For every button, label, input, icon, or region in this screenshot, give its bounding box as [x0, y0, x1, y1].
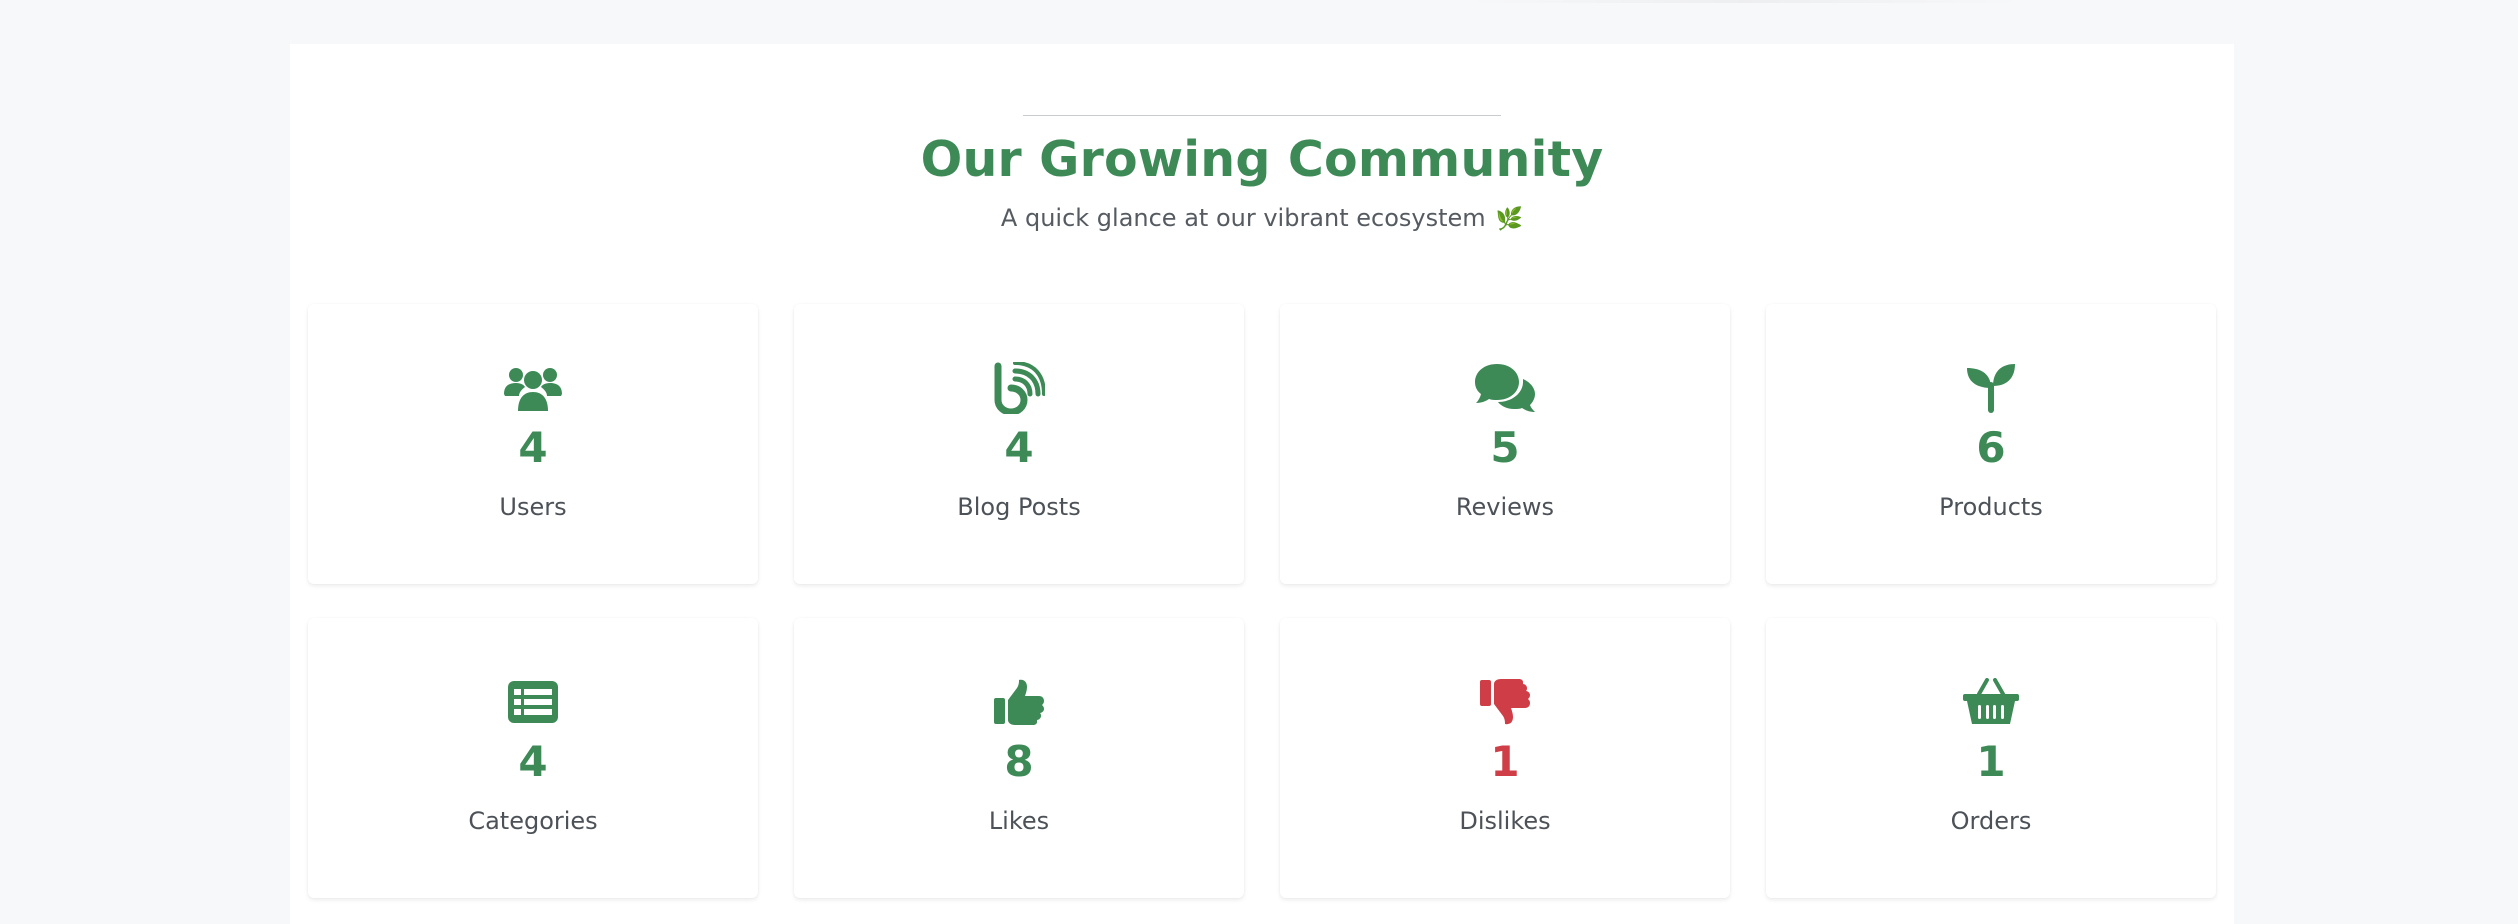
stat-label: Users: [499, 493, 567, 521]
herb-leaf-icon: 🌿: [1495, 207, 1524, 232]
stat-value: 1: [1490, 737, 1520, 786]
stat-card-dislikes: 1 Dislikes: [1280, 618, 1730, 898]
title-divider: [1023, 115, 1501, 116]
subtitle-text: A quick glance at our vibrant ecosystem: [1000, 204, 1486, 232]
basket-icon: [1766, 674, 2216, 730]
stat-label: Orders: [1950, 807, 2032, 835]
stat-card-categories: 4 Categories: [308, 618, 758, 898]
stat-label: Products: [1939, 493, 2043, 521]
stat-card-orders: 1 Orders: [1766, 618, 2216, 898]
stat-value: 5: [1490, 423, 1520, 472]
stat-value: 4: [1004, 423, 1034, 472]
stat-value: 4: [518, 423, 548, 472]
stat-card-likes: 8 Likes: [794, 618, 1244, 898]
stat-label: Dislikes: [1459, 807, 1551, 835]
thumbs-down-icon: [1280, 674, 1730, 730]
stat-label: Likes: [988, 807, 1050, 835]
stat-card-users: 4 Users: [308, 304, 758, 584]
stat-label: Reviews: [1455, 493, 1555, 521]
list-icon: [308, 674, 758, 730]
stat-label: Categories: [468, 807, 598, 835]
stat-card-products: 6 Products: [1766, 304, 2216, 584]
users-icon: [308, 360, 758, 416]
community-stats-section: Our Growing Community A quick glance at …: [290, 44, 2234, 924]
comments-icon: [1280, 360, 1730, 416]
section-subtitle: A quick glance at our vibrant ecosystem 🌿: [290, 202, 2234, 236]
blog-icon: [794, 360, 1244, 416]
stat-value: 6: [1976, 423, 2006, 472]
thumbs-up-icon: [794, 674, 1244, 730]
section-title: Our Growing Community: [920, 131, 1604, 188]
header-shadow: [1460, 0, 2030, 3]
stat-value: 4: [518, 737, 548, 786]
stat-value: 1: [1976, 737, 2006, 786]
stat-card-blog-posts: 4 Blog Posts: [794, 304, 1244, 584]
stat-card-reviews: 5 Reviews: [1280, 304, 1730, 584]
stat-label: Blog Posts: [957, 493, 1081, 521]
seedling-icon: [1766, 360, 2216, 416]
stat-value: 8: [1004, 737, 1034, 786]
